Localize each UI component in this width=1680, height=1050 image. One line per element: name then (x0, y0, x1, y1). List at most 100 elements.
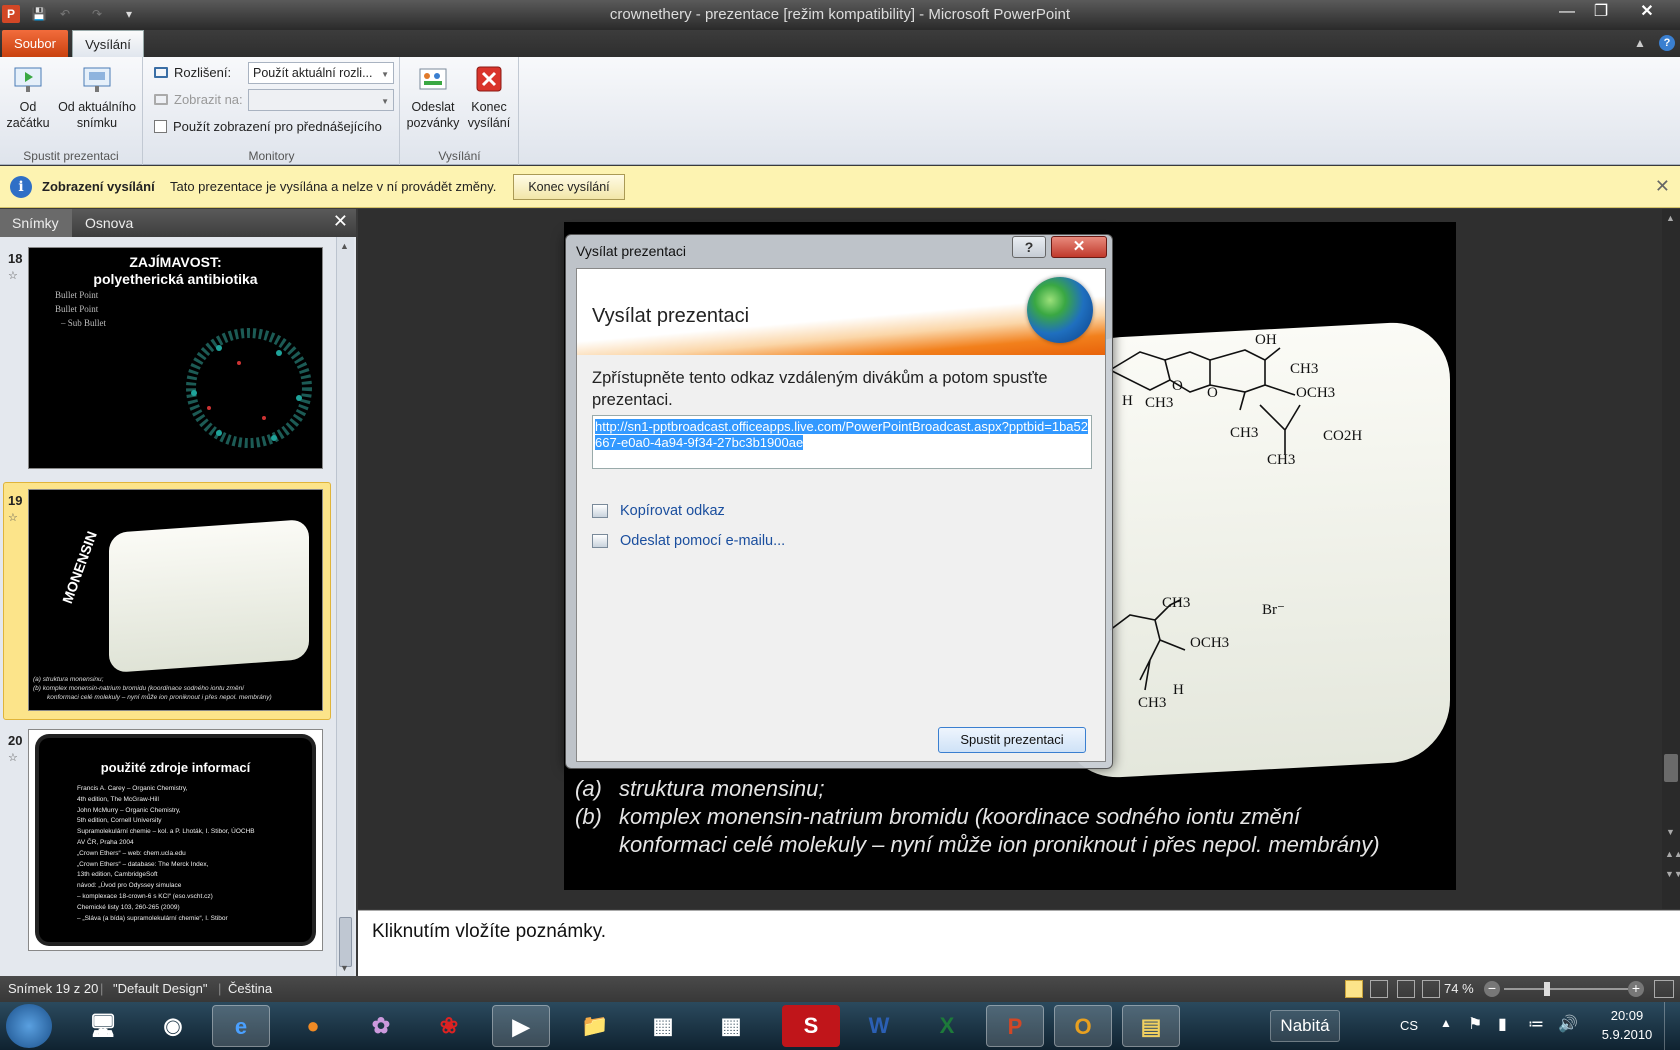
word-taskbar-icon[interactable]: W (850, 1005, 908, 1047)
slide-counter: Snímek 19 z 20 (8, 981, 99, 996)
send-email-action[interactable]: Odeslat pomocí e-mailu... (592, 533, 785, 549)
zoom-level[interactable]: 74 % (1444, 981, 1474, 996)
broadcast-link-field[interactable]: http://sn1-pptbroadcast.officeapps.live.… (592, 415, 1092, 469)
action-center-icon[interactable]: ⚑ (1468, 1014, 1482, 1034)
folder-taskbar-icon[interactable]: 📁 (566, 1005, 624, 1047)
slide-caption: (a) struktura monensinu; (33, 676, 104, 683)
start-button[interactable] (6, 1004, 52, 1048)
clock-time[interactable]: 20:09 (1600, 1008, 1654, 1023)
dialog-close-button[interactable]: ✕ (1051, 236, 1107, 258)
zoom-slider[interactable] (1504, 988, 1628, 990)
app2-taskbar-icon[interactable]: ▦ (702, 1005, 760, 1047)
explorer-taskbar-icon[interactable]: 🖥 (74, 1005, 132, 1047)
puzzle-taskbar-icon[interactable]: ❀ (420, 1005, 478, 1047)
show-hidden-icons[interactable]: ▲ (1440, 1016, 1452, 1030)
network-icon[interactable]: ≔ (1528, 1014, 1544, 1034)
scroll-up-icon[interactable]: ▲ (340, 241, 349, 251)
start-presentation-button[interactable]: Spustit prezentaci (938, 727, 1086, 753)
maximize-button[interactable]: ❐ (1584, 0, 1618, 24)
from-current-label-1: Od aktuálního (58, 100, 136, 114)
group-monitors: Rozlišení: Použít aktuální rozli... ▼ Zob… (144, 57, 400, 165)
presenter-view-row[interactable]: Použít zobrazení pro přednášejícího (154, 119, 382, 134)
zoom-slider-handle[interactable] (1544, 982, 1550, 996)
send-invitations-button[interactable]: Odeslat pozvánky (405, 63, 461, 131)
input-language[interactable]: CS (1400, 1018, 1418, 1033)
scroll-down-icon[interactable]: ▼ (1666, 827, 1675, 837)
fit-to-window-icon[interactable] (1654, 980, 1674, 998)
group-label-broadcast: Vysílání (438, 149, 481, 163)
group-label-monitors: Monitory (248, 149, 295, 163)
from-current-button[interactable]: Od aktuálního snímku (54, 63, 140, 131)
antivirus-taskbar-icon[interactable]: S (782, 1005, 840, 1047)
send-invitations-label-2: pozvánky (406, 116, 460, 130)
molecule-label: OH (1255, 332, 1277, 348)
from-start-button[interactable]: Od začátku (4, 63, 52, 131)
slides-pane-tabs: Snímky Osnova ✕ (0, 209, 356, 237)
tab-outline[interactable]: Osnova (73, 209, 145, 237)
battery-status[interactable]: Nabitá (1270, 1010, 1340, 1042)
transition-icon: ☆ (8, 512, 18, 524)
close-pane-icon[interactable]: ✕ (333, 211, 348, 232)
clock-date[interactable]: 5.9.2010 (1596, 1027, 1658, 1042)
minimize-button[interactable]: — (1550, 0, 1584, 24)
internet-explorer-taskbar-icon[interactable]: e (212, 1005, 270, 1047)
slide-thumbnail-20[interactable]: použité zdroje informací Francis A. Care… (28, 729, 323, 951)
sources-list: Francis A. Carey – Organic Chemistry, 4t… (77, 784, 255, 924)
app-taskbar-icon[interactable]: ▦ (634, 1005, 692, 1047)
scroll-down-icon[interactable]: ▼ (340, 963, 349, 973)
source-line: „Crown Ethers“ – database: The Merck Ind… (77, 860, 209, 868)
tab-file[interactable]: Soubor (2, 30, 68, 57)
copy-link-action[interactable]: Kopírovat odkaz (592, 503, 725, 519)
scrollbar-thumb[interactable] (339, 917, 352, 967)
collapse-ribbon-icon[interactable]: ▲ (1634, 36, 1646, 50)
molecule-label: CH3 (1230, 425, 1259, 441)
outlook-taskbar-icon[interactable]: O (1054, 1005, 1112, 1047)
scrollbar-thumb[interactable] (1664, 754, 1678, 782)
slide-scrollbar[interactable]: ▲ ▼ ▲▲ ▼▼ (1662, 209, 1680, 909)
normal-view-icon[interactable] (1345, 980, 1363, 998)
close-icon[interactable]: ✕ (1655, 176, 1670, 197)
previous-slide-icon[interactable]: ▲▲ (1665, 849, 1680, 859)
group-broadcast: Odeslat pozvánky Konec vysílání Vysílání (401, 57, 519, 165)
presenter-view-label: Použít zobrazení pro přednášejícího (173, 119, 382, 134)
send-email-label: Odeslat pomocí e-mailu... (620, 533, 786, 549)
close-window-button[interactable]: ✕ (1630, 0, 1664, 24)
tab-broadcast[interactable]: Vysílání (72, 30, 144, 57)
resolution-select[interactable]: Použít aktuální rozli... ▼ (248, 62, 394, 84)
firefox-taskbar-icon[interactable]: ● (284, 1005, 342, 1047)
design-name[interactable]: "Default Design" (113, 981, 208, 996)
slide-thumbnail-18[interactable]: ZAJÍMAVOST: polyetherická antibiotika Bu… (28, 247, 323, 469)
end-broadcast-button[interactable]: Konec vysílání (463, 63, 515, 131)
help-icon[interactable]: ? (1659, 35, 1675, 51)
next-slide-icon[interactable]: ▼▼ (1665, 869, 1680, 879)
files-taskbar-icon[interactable]: ▤ (1122, 1005, 1180, 1047)
presenter-view-checkbox[interactable] (154, 120, 167, 133)
language-indicator[interactable]: Čeština (228, 981, 272, 996)
zoom-in-icon[interactable]: + (1628, 981, 1644, 997)
slide-sorter-icon[interactable] (1370, 980, 1388, 998)
excel-taskbar-icon[interactable]: X (918, 1005, 976, 1047)
volume-icon[interactable]: 🔊 (1558, 1014, 1578, 1034)
zoom-out-icon[interactable]: − (1484, 981, 1500, 997)
media-player-taskbar-icon[interactable]: ▶ (492, 1005, 550, 1047)
resolution-row: Rozlišení: (154, 65, 231, 80)
powerpoint-taskbar-icon[interactable]: P (986, 1005, 1044, 1047)
dialog-help-button[interactable]: ? (1012, 236, 1046, 258)
picasa-taskbar-icon[interactable]: ✿ (352, 1005, 410, 1047)
show-desktop-button[interactable] (1664, 1002, 1680, 1050)
reading-view-icon[interactable] (1397, 980, 1415, 998)
scroll-up-icon[interactable]: ▲ (1666, 213, 1675, 223)
caption-label-b: (b) (575, 804, 602, 829)
end-broadcast-message-button[interactable]: Konec vysílání (513, 174, 625, 200)
battery-icon[interactable]: ▮ (1498, 1014, 1507, 1034)
send-invitations-icon (417, 63, 449, 95)
chrome-taskbar-icon[interactable]: ◉ (144, 1005, 202, 1047)
slides-pane-scrollbar[interactable]: ▲ ▼ (336, 237, 354, 976)
slide-title: ZAJÍMAVOST: (129, 254, 222, 270)
tab-slides[interactable]: Snímky (0, 209, 72, 237)
slide-thumbnail-19[interactable]: MONENSIN (a) struktura monensinu; (b) ko… (28, 489, 323, 711)
slideshow-view-icon[interactable] (1422, 980, 1440, 998)
source-line: Supramolekulární chemie – kol. a P. Lhot… (77, 828, 255, 836)
slide-number: 18 (8, 251, 23, 266)
notes-pane[interactable]: Kliknutím vložíte poznámky. (358, 910, 1680, 976)
